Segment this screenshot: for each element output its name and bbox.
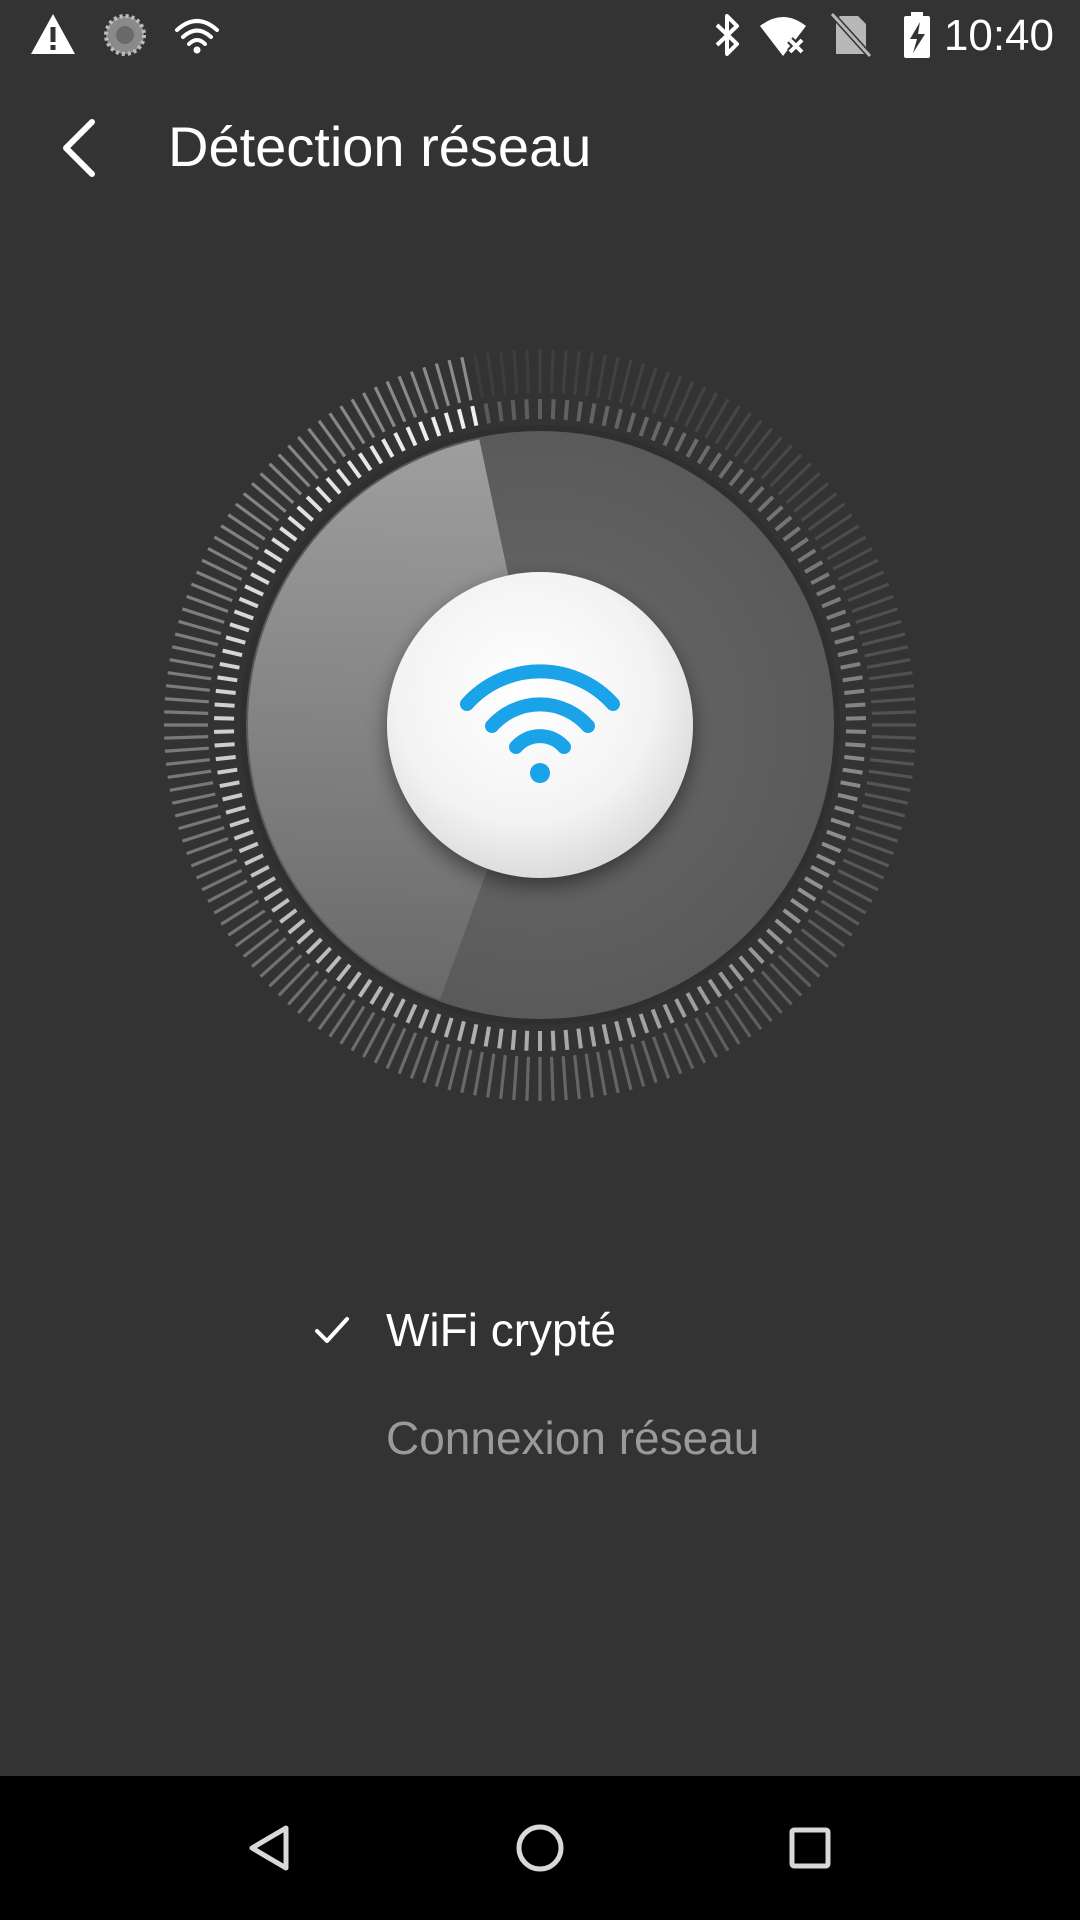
bluetooth-icon	[715, 14, 739, 56]
back-button[interactable]	[40, 108, 120, 188]
wifi-no-internet-icon	[760, 17, 806, 56]
check-icon	[315, 1317, 349, 1343]
scanner-dial	[164, 349, 916, 1101]
network-scanner	[160, 345, 920, 1105]
screen: 10:40 Détection réseau WiFi crypté Conne…	[0, 0, 1080, 1920]
back-arrow-icon	[63, 119, 95, 177]
status-time: 10:40	[943, 11, 1054, 60]
center-knob	[387, 572, 693, 878]
nav-home-button[interactable]	[500, 1808, 580, 1888]
navigation-bar	[0, 1776, 1080, 1920]
list-item-label: WiFi crypté	[386, 1304, 616, 1356]
list-item-network-connection: Connexion réseau	[0, 1398, 1080, 1478]
recents-square-icon	[789, 1827, 831, 1869]
toolbar: Détection réseau	[0, 72, 1080, 220]
nav-back-button[interactable]	[230, 1808, 310, 1888]
list-item-wifi-encrypted: WiFi crypté	[0, 1290, 1080, 1370]
home-circle-icon	[516, 1824, 564, 1872]
wifi-icon	[175, 19, 219, 54]
list-item-label: Connexion réseau	[386, 1412, 760, 1464]
loading-icon	[104, 14, 146, 56]
nav-recents-button[interactable]	[770, 1808, 850, 1888]
back-triangle-icon	[249, 1825, 289, 1871]
no-sim-icon	[829, 11, 873, 59]
page-title: Détection réseau	[168, 115, 592, 178]
battery-charging-icon	[904, 12, 930, 58]
warning-icon	[31, 14, 75, 54]
status-bar: 10:40	[0, 0, 1080, 72]
